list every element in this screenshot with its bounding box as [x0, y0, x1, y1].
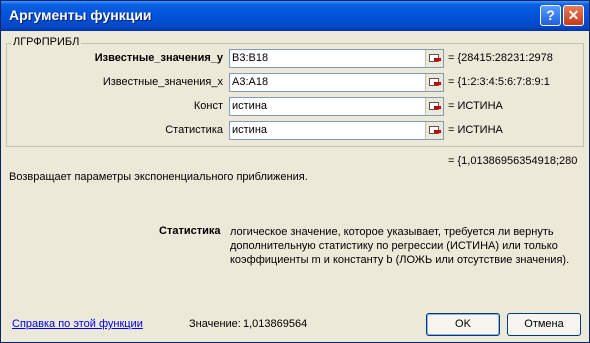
arg-value-known-y: B3:B18 [232, 52, 269, 64]
arg-label-const: Конст [193, 100, 223, 112]
window-title: Аргументы функции [9, 7, 152, 23]
title-bar[interactable]: Аргументы функции ? ✕ [1, 1, 589, 31]
close-button[interactable]: ✕ [563, 5, 584, 26]
arg-input-const[interactable]: истина [229, 97, 444, 116]
formula-result: = {1,01386956354918;280 [448, 155, 578, 167]
arg-help-name: Статистика [159, 225, 221, 237]
value-label: Значение: [189, 318, 241, 330]
function-name-label: ЛГРФПРИБЛ [11, 36, 82, 48]
arg-label-known-y: Известные_значения_у [94, 52, 223, 64]
arg-value-known-x: A3:A18 [232, 76, 269, 88]
arg-result-known-y: = {28415:28231:2978 [448, 52, 553, 64]
help-button[interactable]: ? [540, 5, 561, 26]
arg-input-known-x[interactable]: A3:A18 [229, 73, 444, 92]
arg-result-stats: = ИСТИНА [448, 124, 503, 136]
arg-value-stats: истина [232, 124, 268, 136]
arg-label-stats: Статистика [165, 124, 223, 136]
ok-button[interactable]: OK [426, 313, 500, 336]
collapse-dialog-icon[interactable] [425, 74, 443, 91]
arg-help-text: логическое значение, которое указывает, … [230, 226, 570, 266]
value-display: 1,013869564 [243, 318, 308, 330]
help-link[interactable]: Справка по этой функции [12, 318, 143, 330]
collapse-dialog-icon[interactable] [425, 50, 443, 67]
collapse-dialog-icon[interactable] [425, 98, 443, 115]
cancel-button[interactable]: Отмена [507, 313, 581, 336]
arg-result-const: = ИСТИНА [448, 100, 503, 112]
arg-value-const: истина [232, 100, 268, 112]
collapse-dialog-icon[interactable] [425, 122, 443, 139]
arg-input-stats[interactable]: истина [229, 121, 444, 140]
arg-result-known-x: = {1:2:3:4:5:6:7:8:9:1 [448, 76, 550, 88]
arg-label-known-x: Известные_значения_х [102, 76, 223, 88]
function-arguments-dialog: Аргументы функции ? ✕ ЛГРФПРИБЛ Известны… [0, 0, 590, 343]
arg-input-known-y[interactable]: B3:B18 [229, 49, 444, 68]
function-description: Возвращает параметры экспоненциального п… [9, 171, 308, 183]
